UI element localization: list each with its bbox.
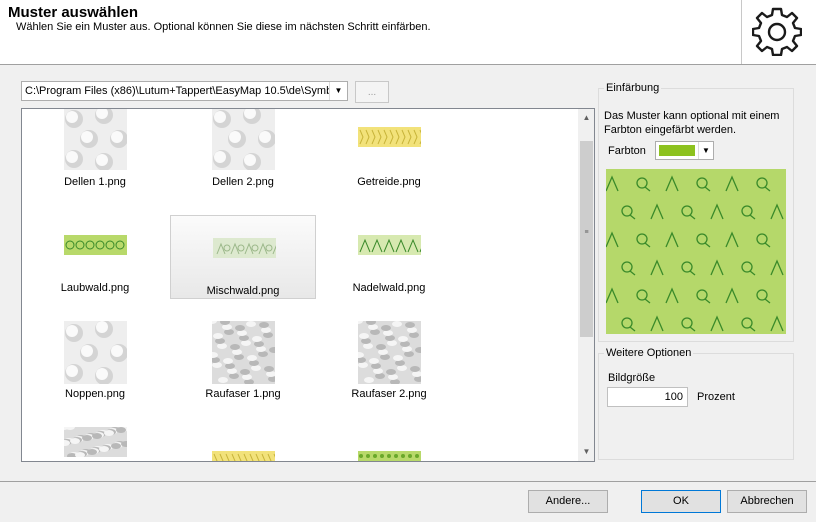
- deciduous-forest-pattern-thumbnail: [64, 235, 127, 255]
- bildgroesse-label: Bildgröße: [608, 372, 656, 384]
- pattern-item[interactable]: Raufaser 1.png: [170, 319, 316, 405]
- scroll-up-arrow-icon[interactable]: ▲: [578, 111, 594, 125]
- coniferous-forest-pattern-thumbnail: [358, 235, 421, 255]
- pattern-item[interactable]: Dellen 2.png: [170, 109, 316, 193]
- pattern-item[interactable]: Nadelwald.png: [316, 213, 462, 299]
- woodchip-texture-thumbnail: [212, 321, 275, 384]
- andere-button[interactable]: Andere...: [528, 490, 608, 513]
- browse-button[interactable]: ...: [355, 81, 389, 103]
- texture-thumbnail: [64, 427, 127, 457]
- einfaerbung-description: Das Muster kann optional mit einem Farbt…: [604, 110, 780, 136]
- einfaerbung-title: Einfärbung: [604, 82, 662, 94]
- pattern-item-label: Nadelwald.png: [352, 282, 426, 294]
- pattern-preview: [606, 169, 786, 334]
- grip-icon: ≡: [584, 229, 589, 236]
- gear-icon: [752, 7, 802, 56]
- mixed-forest-pattern-thumbnail: [213, 238, 276, 258]
- weitere-optionen-title: Weitere Optionen: [604, 347, 694, 359]
- pattern-item[interactable]: Mischwald.png: [170, 215, 316, 299]
- pattern-list-scrollbar[interactable]: ▲ ≡ ▼: [578, 109, 594, 461]
- pattern-list[interactable]: Dellen 1.png Dellen 2.png Getreide.png Laub…: [21, 108, 595, 462]
- chevron-down-icon[interactable]: ▼: [698, 142, 713, 159]
- pattern-item-label: Raufaser 1.png: [205, 388, 281, 400]
- pattern-item-label: Dellen 1.png: [64, 176, 126, 188]
- bildgroesse-unit: Prozent: [697, 391, 735, 403]
- ok-button[interactable]: OK: [641, 490, 721, 513]
- dimple-pattern-thumbnail: [64, 109, 127, 170]
- yellow-pattern-thumbnail: [212, 451, 275, 461]
- dimple-pattern-thumbnail: [212, 109, 275, 170]
- pattern-item[interactable]: [22, 425, 168, 461]
- chevron-down-icon[interactable]: ▼: [329, 82, 347, 100]
- woodchip-texture-thumbnail: [358, 321, 421, 384]
- cancel-button[interactable]: Abbrechen: [727, 490, 807, 513]
- pattern-item-label: Raufaser 2.png: [351, 388, 427, 400]
- symbol-path-combobox[interactable]: C:\Program Files (x86)\Lutum+Tappert\Eas…: [21, 81, 348, 101]
- grain-pattern-thumbnail: [358, 127, 421, 147]
- pattern-item[interactable]: Laubwald.png: [22, 213, 168, 299]
- farbton-label: Farbton: [608, 145, 646, 157]
- pattern-item[interactable]: Getreide.png: [316, 109, 462, 193]
- dialog-subtitle: Wählen Sie ein Muster aus. Optional könn…: [16, 21, 431, 33]
- footer-divider: [0, 481, 816, 482]
- pattern-item-label: Dellen 2.png: [212, 176, 274, 188]
- pattern-item[interactable]: Raufaser 2.png: [316, 319, 462, 405]
- header-divider: [741, 0, 742, 64]
- pattern-item[interactable]: Noppen.png: [22, 319, 168, 405]
- pattern-item-label: Noppen.png: [65, 388, 125, 400]
- symbol-path-value: C:\Program Files (x86)\Lutum+Tappert\Eas…: [25, 85, 329, 97]
- knob-pattern-thumbnail: [64, 321, 127, 384]
- scroll-down-arrow-icon[interactable]: ▼: [578, 445, 594, 459]
- pattern-item[interactable]: [316, 425, 462, 461]
- farbton-color-picker[interactable]: ▼: [655, 141, 714, 160]
- pattern-item-label: Getreide.png: [357, 176, 421, 188]
- pattern-item-label: Mischwald.png: [206, 285, 280, 297]
- pattern-item[interactable]: [170, 425, 316, 461]
- bildgroesse-input[interactable]: [607, 387, 688, 407]
- color-swatch: [659, 145, 695, 156]
- scrollbar-thumb[interactable]: ≡: [580, 141, 593, 337]
- pattern-item-label: Laubwald.png: [60, 282, 130, 294]
- pattern-item[interactable]: Dellen 1.png: [22, 109, 168, 193]
- green-dot-pattern-thumbnail: [358, 451, 421, 461]
- dialog-title: Muster auswählen: [8, 4, 139, 21]
